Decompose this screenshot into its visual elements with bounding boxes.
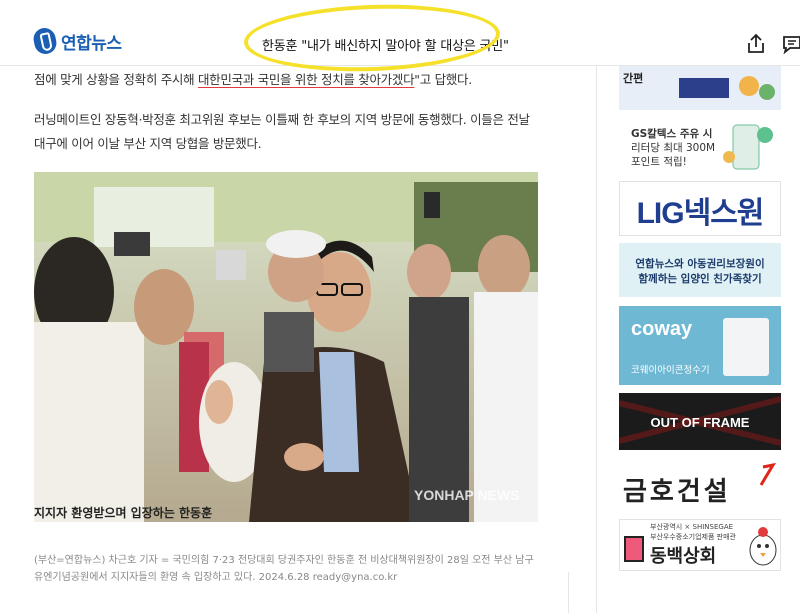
ad-text: 간편 bbox=[623, 71, 643, 85]
coway-subtitle: 코웨이아이콘정수기 bbox=[631, 365, 710, 376]
kumho-logo: 금호건설 bbox=[623, 477, 731, 507]
frame-graphic: OUT OF FRAME bbox=[619, 393, 781, 450]
dongbaek-box-icon bbox=[624, 536, 644, 562]
ad-banner-1[interactable]: 간편 bbox=[619, 66, 781, 110]
rail-divider bbox=[596, 66, 597, 613]
share-button[interactable] bbox=[744, 32, 768, 56]
gs-line-3: 포인트 적립! bbox=[631, 156, 687, 168]
ad-kumho-construction[interactable]: 금호건설 bbox=[619, 457, 781, 513]
ad-lig-nex1[interactable]: LIG넥스원 bbox=[619, 181, 781, 236]
photo-illustration: YONHAP NEWS bbox=[34, 172, 538, 522]
logo-text: 연합뉴스 bbox=[61, 33, 122, 54]
yonhap-logo[interactable]: 연합뉴스 bbox=[31, 25, 122, 57]
ad-dongbaek-store[interactable]: 부산광역시 × SHINSEGAE 부산우수중소기업제품 판매관 동백상회 bbox=[619, 519, 781, 571]
site-header: 연합뉴스 한동훈 "내가 배신하지 말아야 할 대상은 국민" bbox=[0, 0, 800, 76]
ad-illustration: 간편 bbox=[619, 66, 781, 110]
adoption-line-2: 함께하는 입양인 친가족찾기 bbox=[638, 273, 762, 285]
comment-button[interactable] bbox=[780, 32, 800, 56]
gs-line-1: GS칼텍스 주유 시 bbox=[631, 128, 713, 140]
logo-mark-icon bbox=[31, 25, 59, 57]
share-icon bbox=[748, 33, 764, 53]
dongbaek-name: 동백상회 bbox=[650, 546, 717, 567]
ad-coway[interactable]: coway 코웨이아이콘정수기 bbox=[619, 306, 781, 385]
ad-out-of-frame[interactable]: OUT OF FRAME bbox=[619, 393, 781, 450]
ad-adoption-campaign[interactable]: 연합뉴스와 아동권리보장원이 함께하는 입양인 친가족찾기 bbox=[619, 243, 781, 297]
ad-gs-caltex[interactable]: GS칼텍스 주유 시 리터당 최대 300M 포인트 적립! bbox=[619, 117, 781, 177]
article-paragraph-2: 러닝메이트인 장동혁·박정훈 최고위원 후보는 이틀째 한 후보의 지역 방문에… bbox=[34, 112, 530, 151]
article-photo[interactable]: YONHAP NEWS bbox=[34, 172, 538, 522]
photo-caption-title: 지지자 환영받으며 입장하는 한동훈 bbox=[34, 506, 213, 520]
frame-text: OUT OF FRAME bbox=[651, 415, 750, 430]
article-paragraph-1: 점에 맞게 상황을 정확히 주시해 대한민국과 국민을 위한 정치를 찾아가겠다… bbox=[34, 68, 472, 92]
kumho-mark-icon bbox=[759, 462, 777, 486]
photo-watermark: YONHAP NEWS bbox=[414, 487, 520, 503]
water-purifier-icon bbox=[723, 318, 769, 376]
lig-logo: LIG넥스원 bbox=[636, 197, 765, 230]
gs-line-2: 리터당 최대 300M bbox=[631, 142, 716, 154]
underlined-quote: 대한민국과 국민을 위한 정치를 찾아가겠다 bbox=[197, 72, 415, 87]
dongbaek-sub: 부산우수중소기업제품 판매관 bbox=[650, 533, 736, 541]
yellow-highlight-circle bbox=[242, 0, 502, 76]
adoption-line-1: 연합뉴스와 아동권리보장원이 bbox=[635, 258, 765, 270]
dongbaek-top: 부산광역시 × SHINSEGAE bbox=[650, 523, 734, 531]
mascot-icon bbox=[749, 527, 777, 566]
comment-icon bbox=[783, 36, 800, 55]
paragraph-text: "고 답했다. bbox=[414, 72, 472, 87]
gs-phone-icon bbox=[723, 124, 773, 170]
column-divider bbox=[568, 572, 569, 613]
coway-logo: coway bbox=[631, 318, 693, 340]
photo-caption: (부산=연합뉴스) 차근호 기자 = 국민의힘 7·23 전당대회 당권주자인 … bbox=[34, 555, 534, 583]
paragraph-text: 점에 맞게 상황을 정확히 주시해 bbox=[34, 72, 198, 87]
